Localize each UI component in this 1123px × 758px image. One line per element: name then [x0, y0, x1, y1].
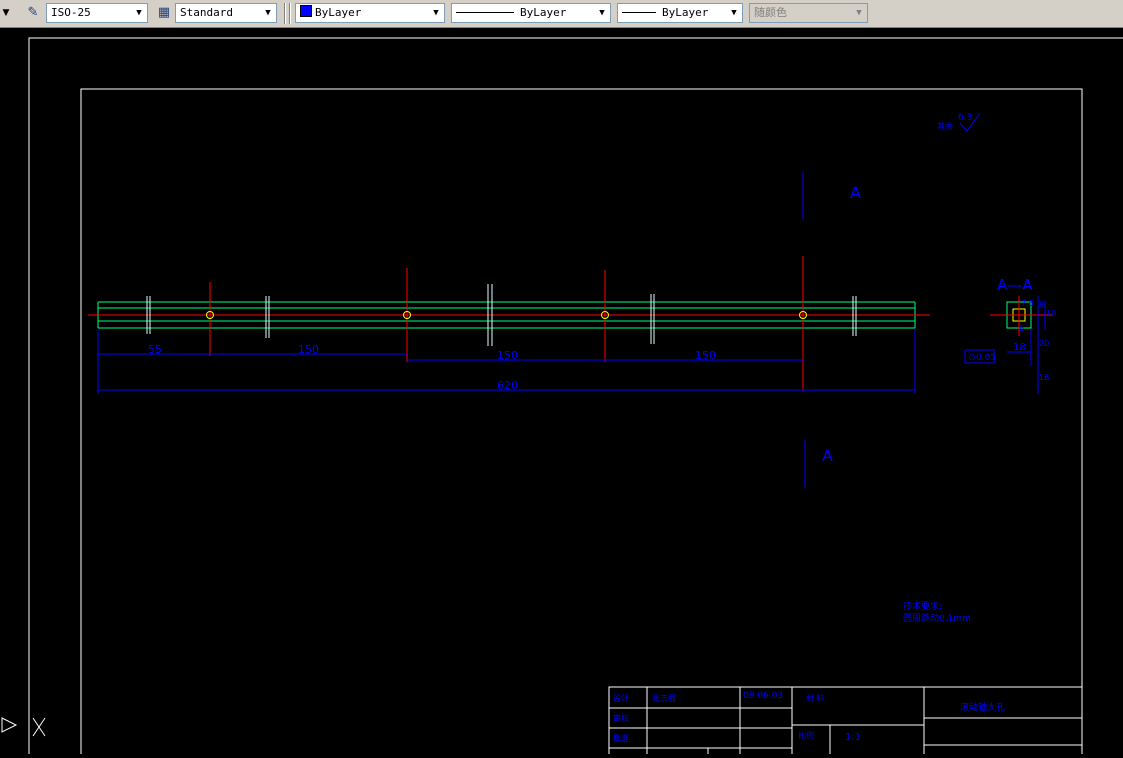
title-block-date: 08.06.03	[743, 691, 783, 701]
dimension-style-icon[interactable]: ✎	[24, 4, 42, 22]
roughness-value: 6.3	[958, 113, 972, 123]
drawing-frame	[80, 88, 1083, 758]
color-label: ByLayer	[315, 6, 362, 19]
title-block-designer: 张志强	[652, 693, 676, 703]
properties-toolbar: ▼ ✎ ISO-25 ▼ ▦ Standard ▼ ByLayer ▼ ByLa…	[0, 0, 1123, 28]
title-block	[608, 686, 1083, 758]
lineweight-value: ByLayer	[622, 4, 708, 22]
linetype-value: ByLayer	[456, 4, 566, 22]
tech-requirements-line: 圆周跳动0.1mm	[903, 612, 971, 624]
section-title: A—A	[997, 276, 1033, 294]
dimension-150-c: 150	[695, 349, 716, 362]
chevron-down-icon: ▼	[856, 8, 862, 18]
section-dim-16: 16	[1039, 373, 1049, 382]
ucs-icon	[1, 717, 46, 737]
section-tolerance-icon: ⊙	[968, 353, 976, 363]
chevron-down-icon[interactable]: ▼	[260, 4, 276, 22]
title-block-design-label: 设计	[613, 693, 629, 703]
table-style-icon[interactable]: ▦	[155, 4, 173, 22]
toolbar-separator	[289, 3, 291, 24]
chevron-down-icon[interactable]: ▼	[428, 4, 444, 22]
linetype-preview	[456, 12, 514, 13]
dropdown-arrow-icon[interactable]: ▼	[0, 3, 12, 23]
title-block-material-label: 材 料	[806, 693, 825, 703]
toolbar-separator	[284, 3, 286, 24]
hole-marks	[206, 256, 807, 390]
linetype-label: ByLayer	[520, 6, 567, 19]
dimension-150-a: 150	[298, 343, 319, 356]
section-dim-20: 20	[1039, 339, 1049, 348]
plot-style-value: 随颜色	[754, 6, 787, 19]
section-view: 7.6 6 8 10 20 16 18 ⊙ 0.05	[964, 296, 1056, 394]
dimension-620: 620	[497, 379, 518, 392]
dimension-150-b: 150	[497, 349, 518, 362]
dimension-55: 55	[148, 343, 162, 356]
drawing-canvas[interactable]: A A 55 150 150 150 620 其余 6.3 A—A 7.6 6 …	[0, 28, 1123, 758]
section-dim-8: 8	[1039, 301, 1044, 310]
section-tolerance: 0.05	[976, 353, 996, 363]
section-mark-top: A	[850, 183, 861, 202]
color-swatch	[300, 5, 312, 17]
title-block-approve-label: 批准	[613, 733, 629, 743]
section-dim-7-6: 7.6	[1021, 299, 1034, 308]
section-dim-6: 6	[1019, 324, 1024, 333]
color-value: ByLayer	[300, 4, 361, 22]
title-block-review-label: 审核	[613, 713, 629, 723]
section-mark-bottom: A	[822, 446, 833, 465]
title-block-scale-label: 比例	[798, 730, 814, 740]
tech-requirements-title: 技术要求:	[903, 600, 942, 612]
title-block-part-name: 滚动轴大孔	[960, 701, 1005, 713]
color-select[interactable]: ByLayer ▼	[295, 3, 445, 23]
dimension-style-select[interactable]: ISO-25 ▼	[46, 3, 148, 23]
paper-outline	[28, 37, 1123, 758]
chevron-down-icon[interactable]: ▼	[131, 4, 147, 22]
lineweight-select[interactable]: ByLayer ▼	[617, 3, 743, 23]
roughness-note: 其余	[937, 121, 953, 131]
section-dim-18: 18	[1013, 342, 1026, 353]
linetype-select[interactable]: ByLayer ▼	[451, 3, 611, 23]
section-dim-10: 10	[1046, 309, 1056, 318]
plot-style-select: 随颜色 ▼	[749, 3, 868, 23]
lineweight-label: ByLayer	[662, 6, 709, 19]
table-style-select[interactable]: Standard ▼	[175, 3, 277, 23]
chevron-down-icon[interactable]: ▼	[726, 4, 742, 22]
lineweight-preview	[622, 12, 656, 13]
table-style-value: Standard	[180, 6, 233, 19]
title-block-scale-value: 1:1	[845, 732, 861, 743]
chevron-down-icon[interactable]: ▼	[594, 4, 610, 22]
drawing-svg: A A 55 150 150 150 620 其余 6.3 A—A 7.6 6 …	[1, 37, 1123, 758]
dimension-style-value: ISO-25	[51, 6, 91, 19]
